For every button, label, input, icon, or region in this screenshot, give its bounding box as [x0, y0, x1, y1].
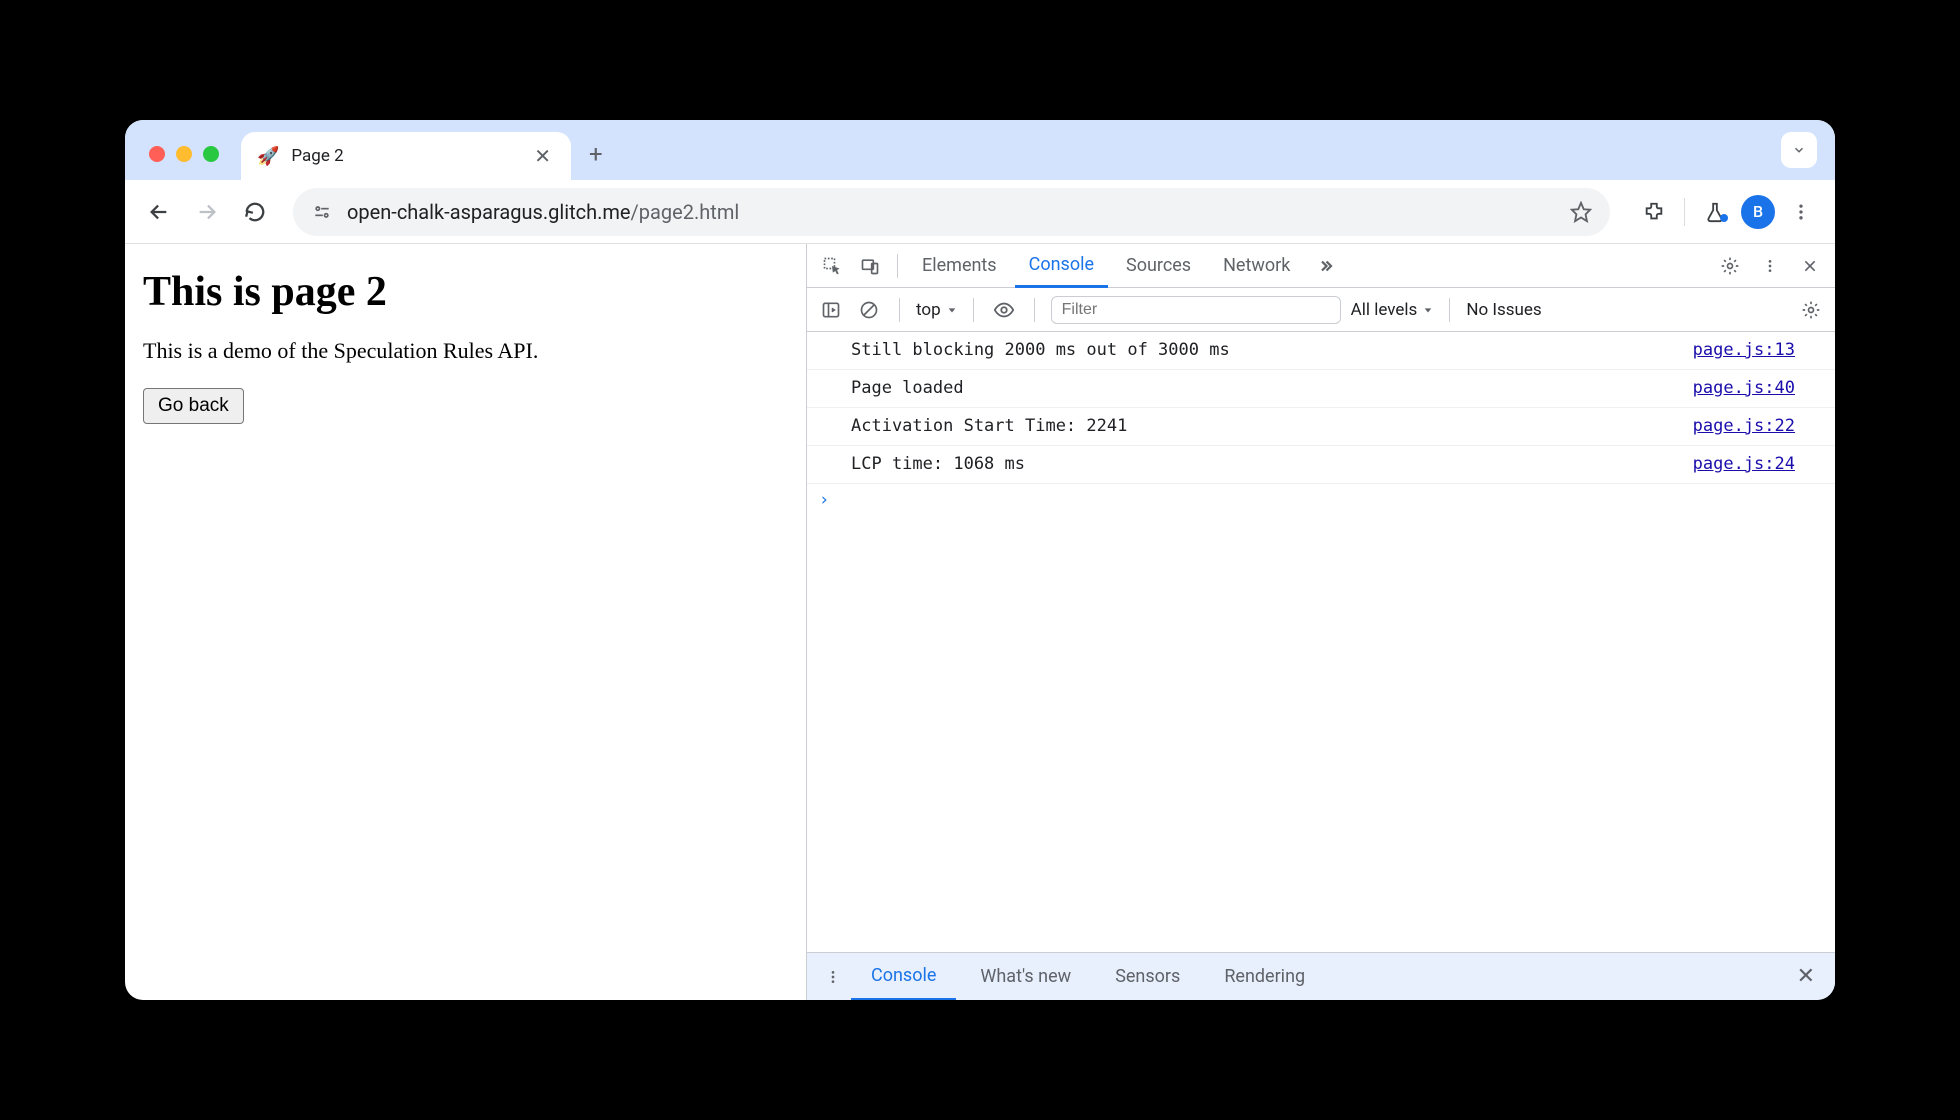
divider [899, 298, 900, 322]
console-toolbar: top All levels No Issues [807, 288, 1835, 332]
divider [1449, 298, 1450, 322]
toolbar-right: B [1634, 192, 1821, 232]
console-settings-gear-icon[interactable] [1797, 296, 1825, 324]
drawer-close-icon[interactable]: ✕ [1789, 964, 1823, 989]
log-message: LCP time: 1068 ms [851, 450, 1693, 479]
extensions-icon[interactable] [1634, 192, 1674, 232]
labs-flask-icon[interactable] [1695, 192, 1735, 232]
log-source-link[interactable]: page.js:13 [1693, 336, 1795, 365]
live-expression-eye-icon[interactable] [990, 296, 1018, 324]
clear-console-icon[interactable] [855, 296, 883, 324]
reload-button[interactable] [235, 192, 275, 232]
context-selector[interactable]: top [916, 300, 957, 320]
site-settings-icon[interactable] [311, 201, 333, 223]
menu-kebab-icon[interactable] [1781, 192, 1821, 232]
browser-tab[interactable]: 🚀 Page 2 ✕ [241, 132, 571, 180]
issues-indicator[interactable]: No Issues [1466, 300, 1541, 320]
log-source-link[interactable]: page.js:40 [1693, 374, 1795, 403]
device-toggle-icon[interactable] [853, 249, 887, 283]
log-message: Activation Start Time: 2241 [851, 412, 1693, 441]
tab-network[interactable]: Network [1209, 245, 1304, 286]
tab-favicon-icon: 🚀 [257, 146, 279, 167]
kebab-icon[interactable] [1753, 249, 1787, 283]
maximize-window-button[interactable] [203, 146, 219, 162]
close-window-button[interactable] [149, 146, 165, 162]
new-tab-button[interactable]: + [589, 140, 603, 168]
tab-close-icon[interactable]: ✕ [530, 144, 555, 168]
console-prompt[interactable]: › [807, 484, 1835, 516]
tab-console[interactable]: Console [1015, 244, 1108, 288]
url-text: open-chalk-asparagus.glitch.me/page2.htm… [347, 200, 1556, 224]
devtools-panel: Elements Console Sources Network [807, 244, 1835, 1000]
drawer-tab-sensors[interactable]: Sensors [1095, 954, 1200, 999]
devtools-drawer: Console What's new Sensors Rendering ✕ [807, 952, 1835, 1000]
tab-sources[interactable]: Sources [1112, 245, 1205, 286]
log-message: Still blocking 2000 ms out of 3000 ms [851, 336, 1693, 365]
tab-title: Page 2 [291, 146, 518, 166]
log-source-link[interactable]: page.js:24 [1693, 450, 1795, 479]
minimize-window-button[interactable] [176, 146, 192, 162]
drawer-tab-rendering[interactable]: Rendering [1204, 954, 1325, 999]
profile-avatar[interactable]: B [1741, 195, 1775, 229]
address-bar[interactable]: open-chalk-asparagus.glitch.me/page2.htm… [293, 188, 1610, 236]
more-tabs-icon[interactable] [1308, 249, 1342, 283]
divider [1034, 298, 1035, 322]
go-back-button[interactable]: Go back [143, 388, 244, 424]
tab-strip: 🚀 Page 2 ✕ + [125, 120, 1835, 180]
divider [897, 254, 898, 278]
browser-window: 🚀 Page 2 ✕ + open-chalk-asparagus.glitch… [125, 120, 1835, 1000]
close-devtools-icon[interactable] [1793, 249, 1827, 283]
devtools-tab-bar: Elements Console Sources Network [807, 244, 1835, 288]
forward-button[interactable] [187, 192, 227, 232]
log-row: Page loaded page.js:40 [807, 370, 1835, 408]
traffic-lights [149, 146, 219, 162]
log-message: Page loaded [851, 374, 1693, 403]
chevron-down-icon[interactable] [1781, 132, 1817, 168]
tab-elements[interactable]: Elements [908, 245, 1011, 286]
drawer-kebab-icon[interactable] [819, 963, 847, 991]
window-controls [1781, 132, 1817, 168]
filter-input[interactable] [1051, 296, 1341, 324]
inspect-element-icon[interactable] [815, 249, 849, 283]
back-button[interactable] [139, 192, 179, 232]
drawer-tab-whatsnew[interactable]: What's new [960, 954, 1091, 999]
log-row: Still blocking 2000 ms out of 3000 ms pa… [807, 332, 1835, 370]
bookmark-star-icon[interactable] [1570, 201, 1592, 223]
log-levels-selector[interactable]: All levels [1351, 300, 1434, 320]
page-paragraph: This is a demo of the Speculation Rules … [143, 338, 788, 364]
toolbar: open-chalk-asparagus.glitch.me/page2.htm… [125, 180, 1835, 244]
log-row: LCP time: 1068 ms page.js:24 [807, 446, 1835, 484]
divider [973, 298, 974, 322]
gear-icon[interactable] [1713, 249, 1747, 283]
page-heading: This is page 2 [143, 268, 788, 316]
content-area: This is page 2 This is a demo of the Spe… [125, 244, 1835, 1000]
sidebar-toggle-icon[interactable] [817, 296, 845, 324]
page-viewport: This is page 2 This is a demo of the Spe… [125, 244, 807, 1000]
log-source-link[interactable]: page.js:22 [1693, 412, 1795, 441]
divider [1684, 198, 1685, 226]
drawer-tab-console[interactable]: Console [851, 953, 956, 1001]
log-row: Activation Start Time: 2241 page.js:22 [807, 408, 1835, 446]
console-body: Still blocking 2000 ms out of 3000 ms pa… [807, 332, 1835, 952]
